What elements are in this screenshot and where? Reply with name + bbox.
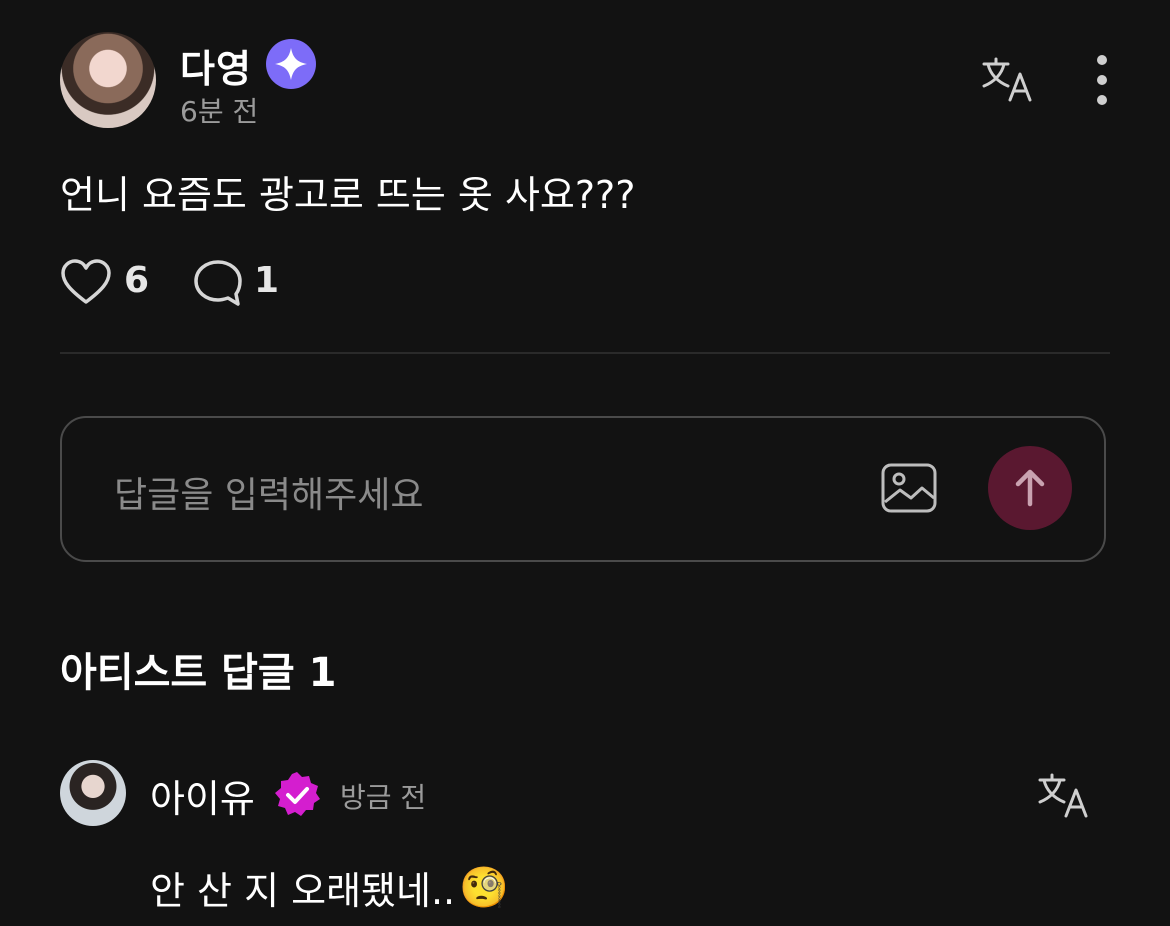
sparkle-badge-icon — [265, 38, 317, 90]
author-avatar[interactable] — [60, 32, 156, 128]
arrow-up-icon — [1015, 469, 1045, 507]
post-time: 6분 전 — [180, 95, 259, 128]
like-count: 6 — [124, 260, 150, 301]
artist-reply-time: 방금 전 — [340, 781, 427, 814]
send-button[interactable] — [988, 446, 1072, 530]
reply-input-placeholder: 답글을 입력해주세요 — [114, 475, 424, 516]
artist-replies-title: 아티스트 답글 1 — [60, 650, 337, 696]
artist-name[interactable]: 아이유 — [150, 768, 255, 823]
verified-badge-icon — [272, 770, 322, 820]
translate-icon[interactable] — [980, 56, 1034, 104]
image-icon[interactable] — [880, 462, 938, 516]
artist-avatar[interactable] — [60, 760, 126, 826]
heart-icon[interactable] — [60, 258, 112, 306]
post-content: 언니 요즘도 광고로 뜨는 옷 사요??? — [60, 173, 636, 217]
monocle-face-emoji: 🧐 — [459, 865, 509, 911]
translate-icon[interactable] — [1036, 772, 1090, 820]
more-vertical-icon[interactable] — [1090, 54, 1114, 106]
artist-reply-text-row: 안 산 지 오래됐네.. 🧐 — [150, 860, 509, 915]
author-name[interactable]: 다영 — [180, 38, 252, 93]
artist-reply-text: 안 산 지 오래됐네.. — [150, 869, 456, 913]
comment-icon[interactable] — [192, 258, 244, 308]
comment-count: 1 — [254, 260, 280, 301]
reply-input[interactable]: 답글을 입력해주세요 — [60, 416, 1106, 562]
divider — [60, 352, 1110, 354]
